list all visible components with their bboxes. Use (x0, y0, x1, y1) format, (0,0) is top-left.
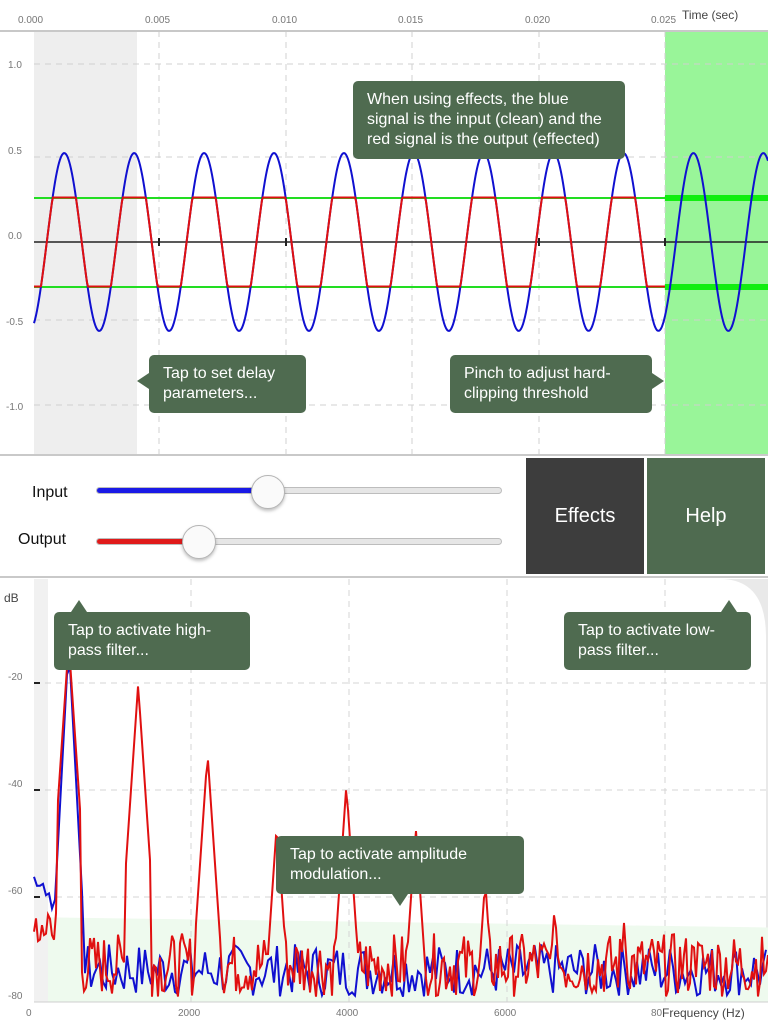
clipping-tooltip[interactable]: Pinch to adjust hard-clipping threshold (450, 355, 664, 413)
db-tick-40: -40 (8, 779, 23, 790)
amp-tick-0.5: 0.5 (8, 146, 22, 157)
freq-tick-0: 0 (26, 1008, 32, 1019)
effects-info-tooltip: When using effects, the blue signal is t… (353, 81, 625, 159)
lowpass-tooltip-arrow (721, 600, 737, 612)
db-axis-title: dB (4, 591, 19, 605)
time-tick-3: 0.015 (398, 15, 423, 26)
db-tick-20: -20 (8, 672, 23, 683)
time-axis-title: Time (sec) (682, 8, 738, 22)
time-tick-2: 0.010 (272, 15, 297, 26)
highpass-tooltip[interactable]: Tap to activate high-pass filter... (54, 600, 250, 670)
input-level-fill (97, 488, 268, 493)
amp-tick-minus-1.0: -1.0 (6, 402, 24, 413)
time-tick-0: 0.000 (18, 15, 43, 26)
freq-tick-8000: 80 (651, 1008, 663, 1019)
lowpass-tooltip[interactable]: Tap to activate low-pass filter... (564, 600, 751, 670)
amp-tick-1.0: 1.0 (8, 60, 22, 71)
amp-tick-minus-0.5: -0.5 (6, 317, 24, 328)
help-button-label: Help (685, 504, 727, 527)
freq-tick-2000: 2000 (178, 1008, 201, 1019)
input-level-slider[interactable] (96, 487, 502, 494)
highpass-tooltip-text: Tap to activate high-pass filter... (68, 622, 212, 659)
delay-tooltip-text: Tap to set delay parameters... (163, 365, 276, 402)
effects-button[interactable]: Effects (526, 458, 644, 574)
output-level-thumb[interactable] (181, 525, 216, 559)
freq-tick-6000: 6000 (494, 1008, 517, 1019)
delay-tooltip[interactable]: Tap to set delay parameters... (137, 355, 306, 413)
am-tooltip[interactable]: Tap to activate amplitude modulation... (276, 836, 524, 906)
am-tooltip-arrow (392, 894, 408, 906)
delay-tooltip-arrow (137, 373, 149, 389)
effects-info-text: When using effects, the blue signal is t… (367, 91, 602, 148)
delay-region[interactable] (34, 31, 137, 455)
clipping-region[interactable] (665, 31, 768, 455)
help-button[interactable]: Help (647, 458, 765, 574)
db-tick-80: -80 (8, 991, 23, 1002)
time-tick-1: 0.005 (145, 15, 170, 26)
freq-axis-title: Frequency (Hz) (662, 1006, 745, 1020)
highpass-tooltip-arrow (71, 600, 87, 612)
output-label: Output (18, 531, 67, 548)
level-controls: Input Output Effects Help (0, 456, 768, 576)
input-label: Input (32, 484, 68, 501)
amp-tick-0.0: 0.0 (8, 231, 22, 242)
effects-button-label: Effects (554, 504, 616, 527)
lowpass-tooltip-text: Tap to activate low-pass filter... (578, 622, 715, 659)
output-level-slider[interactable] (96, 538, 502, 545)
clipping-tooltip-arrow (652, 373, 664, 389)
am-tooltip-text: Tap to activate amplitude modulation... (290, 846, 467, 883)
db-tick-60: -60 (8, 886, 23, 897)
freq-tick-4000: 4000 (336, 1008, 359, 1019)
clipping-tooltip-text: Pinch to adjust hard-clipping threshold (464, 365, 611, 402)
input-level-thumb[interactable] (250, 475, 285, 509)
time-tick-5: 0.025 (651, 15, 676, 26)
time-tick-4: 0.020 (525, 15, 550, 26)
